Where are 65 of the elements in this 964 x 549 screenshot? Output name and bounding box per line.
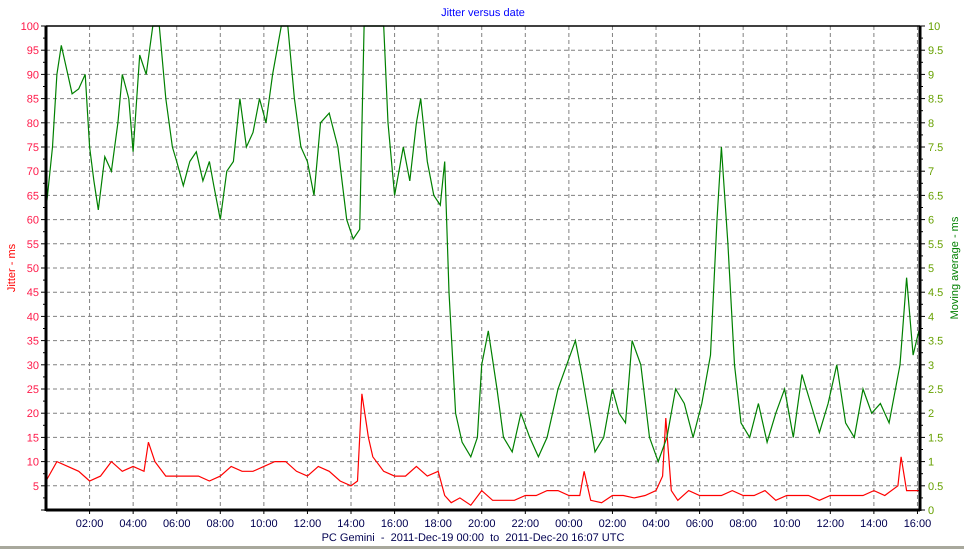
axis-label: Jitter - ms — [6, 244, 18, 292]
tick-label: 4.5 — [928, 287, 944, 300]
tick-label: 6 — [928, 214, 934, 227]
tick-label: 12:00 — [294, 518, 322, 530]
axis-label: Moving average - ms — [949, 216, 961, 320]
axis-label: PC Gemini - 2011-Dec-19 00:00 to 2011-Dec-20 16:07 UTC — [322, 532, 624, 544]
tick-label: 9.5 — [928, 45, 944, 58]
tick-label: 4 — [928, 311, 934, 324]
tick-label: 04:00 — [119, 518, 147, 530]
tick-label: 70 — [26, 166, 39, 178]
tick-label: 16:00 — [380, 518, 408, 530]
tick-label: 1.5 — [928, 432, 944, 444]
tick-label: 08:00 — [729, 518, 757, 530]
tick-label: 75 — [26, 142, 39, 154]
tick-label: 55 — [26, 238, 39, 251]
tick-label: 9 — [928, 69, 934, 82]
tick-label: 45 — [26, 287, 39, 300]
tick-label: 22:00 — [512, 518, 540, 530]
tick-label: 3 — [928, 360, 934, 372]
tick-label: 06:00 — [686, 518, 714, 530]
tick-label: 20:00 — [468, 518, 496, 530]
tick-label: 25 — [26, 384, 39, 396]
tick-label: 20 — [26, 408, 39, 420]
chart-title: Jitter versus date — [441, 7, 525, 19]
tick-label: 5 — [32, 480, 39, 493]
tick-label: 02:00 — [598, 518, 626, 530]
tick-label: 65 — [26, 190, 39, 202]
tick-label: 0.5 — [928, 480, 944, 493]
tick-label: 04:00 — [642, 518, 670, 530]
tick-label: 2.5 — [928, 384, 944, 396]
tick-label: 18:00 — [424, 518, 452, 530]
tick-label: 08:00 — [206, 518, 234, 530]
tick-label: 1 — [928, 456, 934, 469]
tick-label: 10 — [928, 21, 940, 33]
tick-label: 30 — [26, 360, 39, 372]
tick-label: 14:00 — [337, 518, 365, 530]
tick-label: 16:00 — [904, 518, 932, 530]
tick-label: 7 — [928, 166, 934, 178]
tick-label: 02:00 — [76, 518, 104, 530]
tick-label: 15 — [26, 432, 39, 444]
tick-label: 00:00 — [555, 518, 583, 530]
tick-label: 35 — [26, 336, 39, 348]
tick-label: 5 — [928, 263, 934, 275]
tick-label: 2 — [928, 408, 934, 420]
tick-label: 8.5 — [928, 94, 944, 106]
tick-label: 80 — [26, 118, 39, 130]
tick-label: 95 — [26, 45, 39, 58]
tick-label: 8 — [928, 118, 934, 130]
tick-label: 12:00 — [816, 518, 844, 530]
tick-label: 50 — [26, 263, 39, 275]
tick-label: 3.5 — [928, 336, 944, 348]
tick-label: 5.5 — [928, 238, 944, 251]
tick-label: 14:00 — [860, 518, 888, 530]
tick-label: 85 — [26, 94, 39, 106]
tick-label: 100 — [20, 21, 39, 33]
tick-label: 6.5 — [928, 190, 944, 202]
tick-label: 60 — [26, 214, 39, 227]
tick-label: 06:00 — [162, 518, 190, 530]
tick-label: 10 — [26, 456, 39, 469]
tick-label: 0 — [928, 505, 934, 517]
tick-label: 40 — [26, 311, 39, 324]
tick-label: 90 — [26, 69, 39, 82]
tick-label: 10:00 — [772, 518, 800, 530]
tick-label: 10:00 — [250, 518, 278, 530]
tick-label: 7.5 — [928, 142, 944, 154]
